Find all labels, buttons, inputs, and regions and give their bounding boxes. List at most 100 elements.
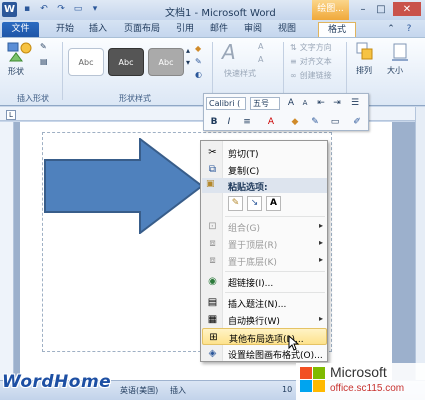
windows-logo-icon bbox=[300, 367, 326, 393]
paste-merge-icon[interactable]: ↘ bbox=[247, 196, 262, 211]
italic-icon[interactable]: I bbox=[222, 115, 236, 129]
watermark-url: office.sc115.com bbox=[330, 383, 405, 394]
caption-icon: ▤ bbox=[207, 297, 218, 308]
tab-page-layout[interactable]: 页面布局 bbox=[120, 22, 164, 37]
submenu-arrow-icon: ▸ bbox=[318, 314, 323, 323]
menu-item-format-canvas[interactable]: ◈ 设置绘图画布格式(O)... bbox=[202, 345, 327, 362]
group-label-shape-styles: 形状样式 bbox=[119, 94, 151, 103]
zoom-level[interactable]: 10 bbox=[282, 385, 292, 394]
tab-mailings[interactable]: 邮件 bbox=[206, 22, 232, 37]
fill-icon[interactable]: ◆ bbox=[195, 44, 201, 53]
indent-increase-icon[interactable]: ⇥ bbox=[330, 96, 344, 110]
copy-icon: ⧉ bbox=[208, 164, 217, 175]
close-icon[interactable]: ✕ bbox=[393, 2, 421, 16]
insert-mode-status[interactable]: 插入 bbox=[170, 385, 186, 396]
tab-insert[interactable]: 插入 bbox=[85, 22, 111, 37]
menu-item-hyperlink[interactable]: ◉ 超链接(I)... bbox=[202, 273, 327, 290]
align-text-icon: ≡ bbox=[290, 57, 297, 66]
window-title: 文档1 - Microsoft Word bbox=[165, 8, 276, 19]
gallery-scroll-up-icon[interactable]: ▴ bbox=[186, 46, 190, 55]
font-name-field[interactable]: Calibri ( bbox=[206, 97, 246, 110]
size-icon[interactable] bbox=[391, 42, 409, 62]
edit-shape-icon[interactable]: ✎ bbox=[40, 42, 47, 51]
folder-icon[interactable]: ▭ bbox=[71, 2, 85, 16]
text-fill-icon: A bbox=[258, 42, 264, 51]
help-icon[interactable]: ? bbox=[402, 22, 416, 37]
bullets-icon[interactable]: ☰ bbox=[348, 96, 362, 110]
text-outline-icon: A bbox=[258, 55, 264, 64]
indent-decrease-icon[interactable]: ⇤ bbox=[314, 96, 328, 110]
word-icon[interactable]: W bbox=[2, 2, 17, 17]
outline-icon[interactable]: ✎ bbox=[195, 57, 202, 66]
shape-style-dark[interactable]: Abc bbox=[108, 48, 144, 76]
menu-item-bring-to-front[interactable]: ⧈ 置于顶层(R) ▸ bbox=[202, 235, 327, 252]
font-size-field[interactable]: 五号 bbox=[250, 97, 280, 110]
paste-options-row: ✎ ↘ A bbox=[202, 194, 327, 214]
tab-references[interactable]: 引用 bbox=[172, 22, 198, 37]
submenu-arrow-icon: ▸ bbox=[318, 238, 323, 247]
language-status[interactable]: 英语(美国) bbox=[120, 385, 158, 396]
drawing-tools-contextual-label: 绘图... bbox=[312, 0, 349, 20]
gallery-scroll-down-icon[interactable]: ▾ bbox=[186, 58, 190, 67]
shape-outline-icon[interactable]: ✎ bbox=[308, 115, 322, 129]
tab-home[interactable]: 开始 bbox=[52, 22, 78, 37]
microsoft-watermark: Microsoft office.sc115.com bbox=[296, 363, 425, 400]
menu-item-cut[interactable]: ✂ 剪切(T) bbox=[202, 144, 327, 161]
menu-item-group[interactable]: ⊡ 组合(G) ▸ bbox=[202, 218, 327, 235]
mini-toolbar: Calibri ( 五号 A A ⇤ ⇥ ☰ B I ≡ A ◆ ✎ ▭ ✐ bbox=[203, 93, 369, 131]
quick-styles-button[interactable]: 快速样式 bbox=[224, 68, 256, 79]
shape-style-white[interactable]: Abc bbox=[68, 48, 104, 76]
align-center-icon[interactable]: ≡ bbox=[240, 115, 254, 129]
bold-icon[interactable]: B bbox=[207, 115, 221, 129]
undo-icon[interactable]: ↶ bbox=[37, 2, 51, 16]
group-label-insert-shapes: 插入形状 bbox=[17, 94, 49, 103]
effects-icon[interactable]: ◐ bbox=[195, 70, 202, 79]
divider bbox=[283, 42, 284, 100]
arrange-button[interactable]: 排列 bbox=[356, 65, 372, 76]
cut-icon: ✂ bbox=[208, 147, 217, 158]
tab-file[interactable]: 文件 bbox=[2, 22, 39, 37]
text-direction-button: ⇅ 文字方向 bbox=[290, 43, 332, 52]
format-painter-icon[interactable]: ✐ bbox=[350, 115, 364, 129]
menu-item-insert-caption[interactable]: ▤ 插入题注(N)... bbox=[202, 294, 327, 311]
create-link-button: ∞ 创建链接 bbox=[290, 71, 332, 80]
shapes-gallery-icon[interactable] bbox=[6, 41, 34, 63]
highlight-icon[interactable]: ◆ bbox=[288, 115, 302, 129]
shapes-button[interactable]: 形状 bbox=[8, 66, 24, 77]
paste-keep-source-icon[interactable]: ✎ bbox=[228, 196, 243, 211]
shape-fill-icon[interactable]: ▭ bbox=[328, 115, 342, 129]
paste-text-only-icon[interactable]: A bbox=[266, 196, 281, 211]
arrange-icon[interactable] bbox=[356, 42, 374, 62]
save-icon[interactable]: ▪ bbox=[20, 2, 34, 16]
menu-item-text-wrapping[interactable]: ▦ 自动换行(W) ▸ bbox=[202, 311, 327, 328]
redo-icon[interactable]: ↷ bbox=[54, 2, 68, 16]
paste-icon: ▣ bbox=[206, 179, 215, 189]
vertical-scrollbar[interactable] bbox=[415, 107, 425, 380]
vertical-ruler[interactable] bbox=[0, 122, 14, 380]
maximize-icon[interactable]: □ bbox=[373, 2, 389, 16]
tab-format[interactable]: 格式 bbox=[318, 22, 356, 37]
menu-item-more-layout-options[interactable]: ⊞ 其他布局选项(L)... bbox=[202, 328, 327, 345]
wordart-icon[interactable]: A bbox=[222, 40, 236, 64]
shape-style-gray[interactable]: Abc bbox=[148, 48, 184, 76]
tab-selector-icon[interactable]: L bbox=[6, 110, 16, 120]
minimize-ribbon-icon[interactable]: ⌃ bbox=[384, 22, 398, 37]
customize-icon[interactable]: ▾ bbox=[88, 2, 102, 16]
tab-view[interactable]: 视图 bbox=[274, 22, 300, 37]
shrink-font-icon[interactable]: A bbox=[298, 96, 312, 110]
font-color-icon[interactable]: A bbox=[264, 115, 278, 129]
group-icon: ⊡ bbox=[208, 221, 217, 232]
textbox-icon[interactable]: ▤ bbox=[40, 57, 48, 66]
size-button[interactable]: 大小 bbox=[387, 65, 403, 76]
tab-review[interactable]: 审阅 bbox=[240, 22, 266, 37]
arrow-shape[interactable] bbox=[44, 138, 204, 234]
menu-item-send-to-back[interactable]: ⧈ 置于底层(K) ▸ bbox=[202, 252, 327, 269]
submenu-arrow-icon: ▸ bbox=[318, 221, 323, 230]
ribbon-tabs: 文件 开始 插入 页面布局 引用 邮件 审阅 视图 格式 ⌃ ? bbox=[0, 20, 425, 37]
minimize-icon[interactable]: – bbox=[355, 2, 371, 16]
grow-font-icon[interactable]: A bbox=[284, 96, 298, 110]
menu-item-copy[interactable]: ⧉ 复制(C) bbox=[202, 161, 327, 178]
send-back-icon: ⧈ bbox=[209, 255, 216, 266]
microsoft-brand-text: Microsoft bbox=[330, 364, 387, 380]
wordhome-watermark: WordHome bbox=[2, 372, 112, 392]
